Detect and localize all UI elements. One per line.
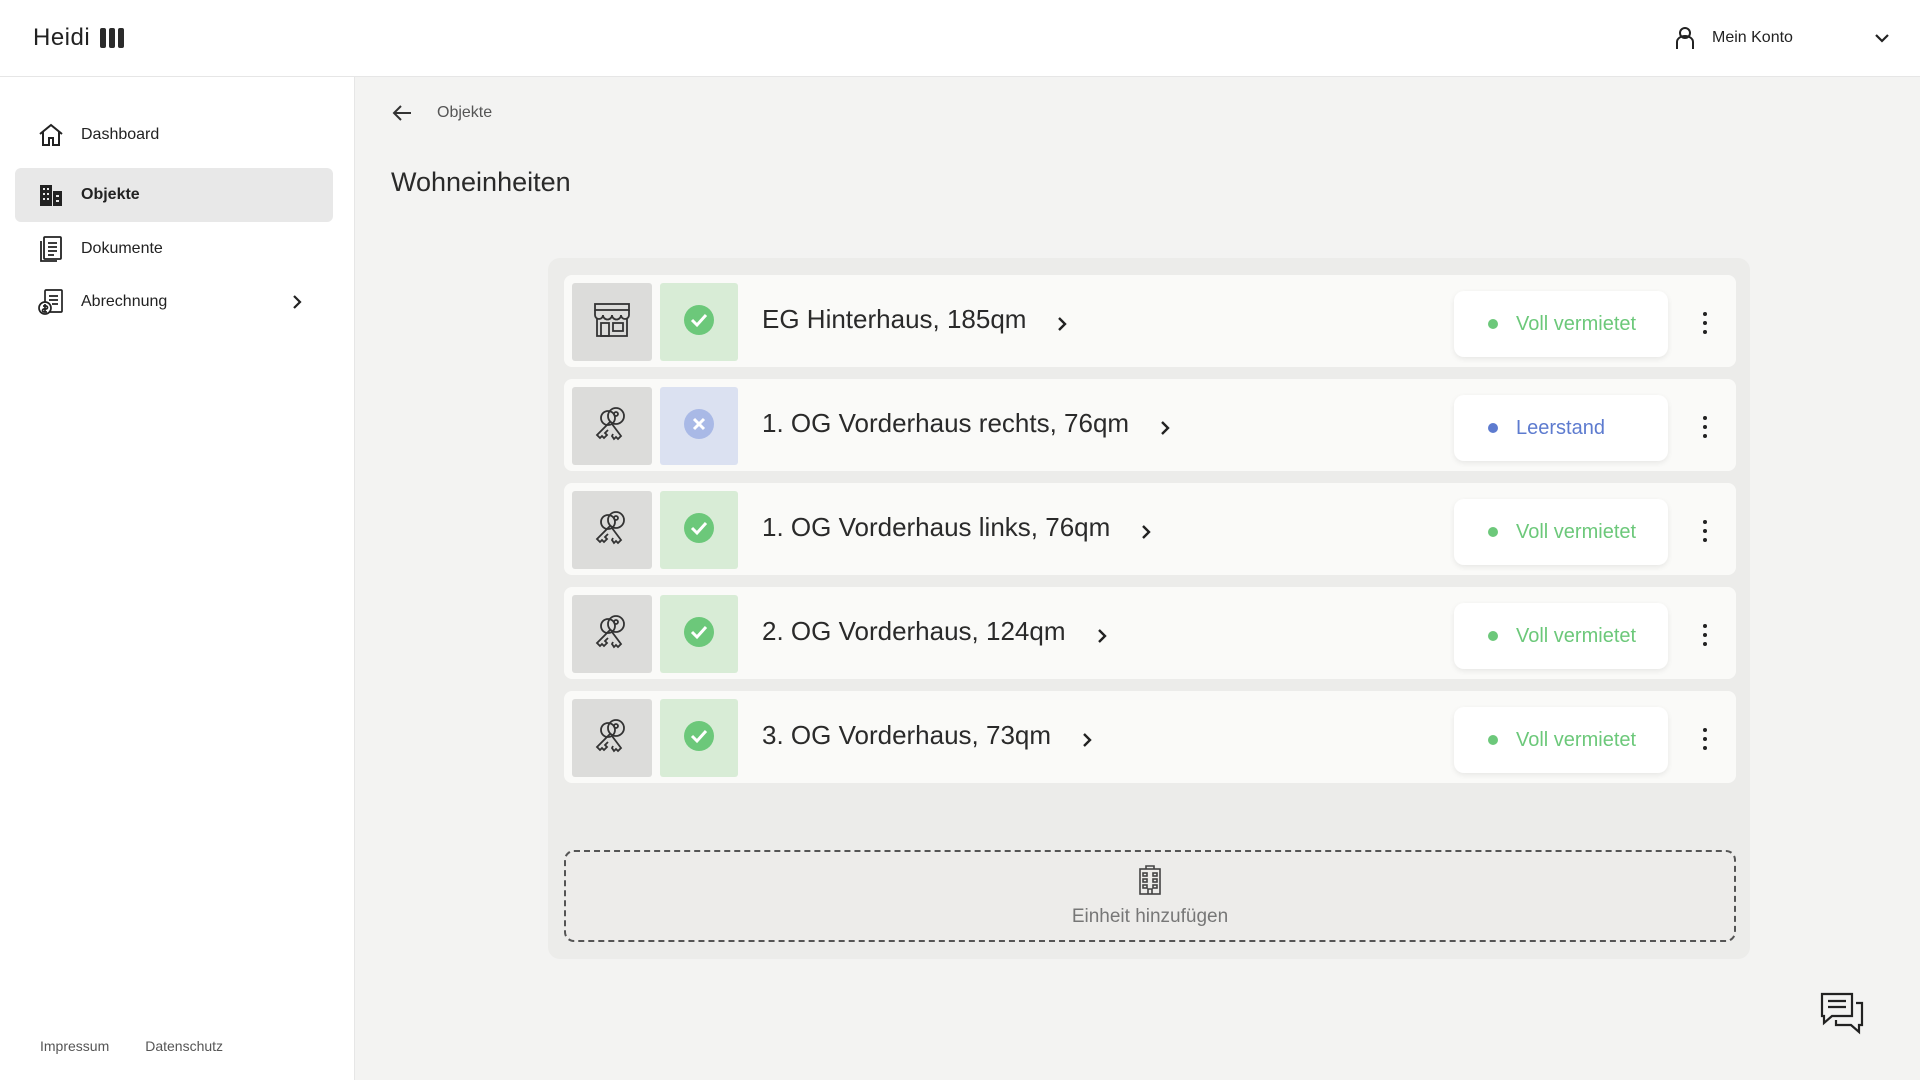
- document-icon: [37, 235, 65, 263]
- add-unit-label: Einheit hinzufügen: [1071, 905, 1229, 927]
- unit-title: 2. OG Vorderhaus, 124qm: [762, 616, 1066, 646]
- breadcrumb: Objekte: [391, 102, 492, 124]
- user-icon: [1672, 25, 1698, 51]
- buildings-icon: [37, 181, 65, 209]
- chevron-right-icon: [1155, 414, 1175, 435]
- arrow-left-icon[interactable]: [391, 102, 413, 124]
- apartment-building-icon: [1137, 864, 1163, 900]
- unit-thumbnail: [572, 387, 652, 465]
- chevron-right-icon: [287, 292, 307, 312]
- datenschutz-link[interactable]: Datenschutz: [145, 1038, 223, 1054]
- sidebar-item-dokumente[interactable]: Dokumente: [15, 222, 333, 276]
- page-title: Wohneinheiten: [391, 167, 571, 197]
- keys-icon: [592, 404, 632, 449]
- units-panel: EG Hinterhaus, 185qm Voll vermietet 1. O…: [548, 258, 1750, 959]
- status-indicator: [660, 595, 738, 673]
- status-dot: [1488, 527, 1498, 537]
- unit-row: 1. OG Vorderhaus rechts, 76qm Leerstand: [564, 379, 1736, 471]
- chevron-right-icon: [1052, 310, 1072, 331]
- chevron-right-icon: [1092, 622, 1112, 643]
- check-circle-icon: [683, 616, 715, 653]
- unit-title-link[interactable]: 2. OG Vorderhaus, 124qm: [762, 616, 1112, 647]
- top-bar: Heidi Mein Konto: [0, 0, 1920, 77]
- home-icon: [37, 121, 65, 149]
- unit-title: 3. OG Vorderhaus, 73qm: [762, 720, 1052, 750]
- status-badge: Voll vermietet: [1454, 707, 1668, 773]
- sidebar-item-abrechnung[interactable]: Abrechnung: [15, 275, 333, 329]
- status-label: Voll vermietet: [1516, 728, 1637, 751]
- chevron-right-icon: [1077, 726, 1097, 747]
- check-circle-icon: [683, 304, 715, 341]
- sidebar-footer: Impressum Datenschutz: [40, 1038, 223, 1054]
- unit-thumbnail: [572, 491, 652, 569]
- status-label: Voll vermietet: [1516, 312, 1637, 335]
- invoice-icon: [37, 288, 65, 316]
- status-badge: Voll vermietet: [1454, 603, 1668, 669]
- sidebar-item-label: Abrechnung: [81, 293, 168, 310]
- unit-row: 1. OG Vorderhaus links, 76qm Voll vermie…: [564, 483, 1736, 575]
- unit-thumbnail: [572, 283, 652, 361]
- more-options-icon[interactable]: [1695, 725, 1715, 753]
- sidebar-item-dashboard[interactable]: Dashboard: [15, 108, 333, 162]
- status-indicator: [660, 491, 738, 569]
- status-dot: [1488, 735, 1498, 745]
- status-label: Voll vermietet: [1516, 520, 1637, 543]
- unit-title-link[interactable]: 3. OG Vorderhaus, 73qm: [762, 720, 1097, 751]
- unit-thumbnail: [572, 595, 652, 673]
- unit-title-link[interactable]: 1. OG Vorderhaus links, 76qm: [762, 512, 1156, 543]
- keys-icon: [592, 716, 632, 761]
- unit-row: 2. OG Vorderhaus, 124qm Voll vermietet: [564, 587, 1736, 679]
- status-badge: Voll vermietet: [1454, 291, 1668, 357]
- logo[interactable]: Heidi: [33, 24, 125, 52]
- more-options-icon[interactable]: [1695, 621, 1715, 649]
- keys-icon: [592, 612, 632, 657]
- account-menu[interactable]: Mein Konto: [1672, 22, 1892, 54]
- keys-icon: [592, 508, 632, 553]
- status-dot: [1488, 319, 1498, 329]
- chat-icon[interactable]: [1818, 990, 1866, 1038]
- status-label: Voll vermietet: [1516, 624, 1637, 647]
- unit-row: 3. OG Vorderhaus, 73qm Voll vermietet: [564, 691, 1736, 783]
- unit-title: 1. OG Vorderhaus links, 76qm: [762, 512, 1111, 542]
- sidebar-item-objekte[interactable]: Objekte: [15, 168, 333, 222]
- x-circle-icon: [683, 408, 715, 445]
- unit-title: EG Hinterhaus, 185qm: [762, 304, 1027, 334]
- more-options-icon[interactable]: [1695, 309, 1715, 337]
- status-badge: Voll vermietet: [1454, 499, 1668, 565]
- status-label: Leerstand: [1516, 416, 1605, 439]
- add-unit-button[interactable]: Einheit hinzufügen: [564, 850, 1736, 942]
- logo-text: Heidi: [33, 24, 91, 51]
- sidebar-item-label: Dashboard: [81, 126, 160, 143]
- status-indicator: [660, 699, 738, 777]
- status-indicator: [660, 283, 738, 361]
- shop-icon: [592, 302, 632, 343]
- status-indicator: [660, 387, 738, 465]
- status-dot: [1488, 423, 1498, 433]
- check-circle-icon: [683, 512, 715, 549]
- unit-title: 1. OG Vorderhaus rechts, 76qm: [762, 408, 1130, 438]
- more-options-icon[interactable]: [1695, 517, 1715, 545]
- breadcrumb-objekte[interactable]: Objekte: [437, 104, 492, 122]
- unit-row: EG Hinterhaus, 185qm Voll vermietet: [564, 275, 1736, 367]
- logo-mark-icon: [100, 28, 125, 48]
- sidebar-item-label: Dokumente: [81, 240, 163, 257]
- status-dot: [1488, 631, 1498, 641]
- chevron-right-icon: [1136, 518, 1156, 539]
- account-label: Mein Konto: [1712, 29, 1793, 46]
- more-options-icon[interactable]: [1695, 413, 1715, 441]
- check-circle-icon: [683, 720, 715, 757]
- unit-title-link[interactable]: 1. OG Vorderhaus rechts, 76qm: [762, 408, 1175, 439]
- sidebar-item-label: Objekte: [81, 186, 140, 203]
- sidebar: Dashboard Objekte Dokumente Abrechnung I…: [0, 77, 355, 1080]
- unit-thumbnail: [572, 699, 652, 777]
- status-badge: Leerstand: [1454, 395, 1668, 461]
- unit-title-link[interactable]: EG Hinterhaus, 185qm: [762, 304, 1072, 335]
- chevron-down-icon[interactable]: [1872, 28, 1892, 48]
- impressum-link[interactable]: Impressum: [40, 1038, 109, 1054]
